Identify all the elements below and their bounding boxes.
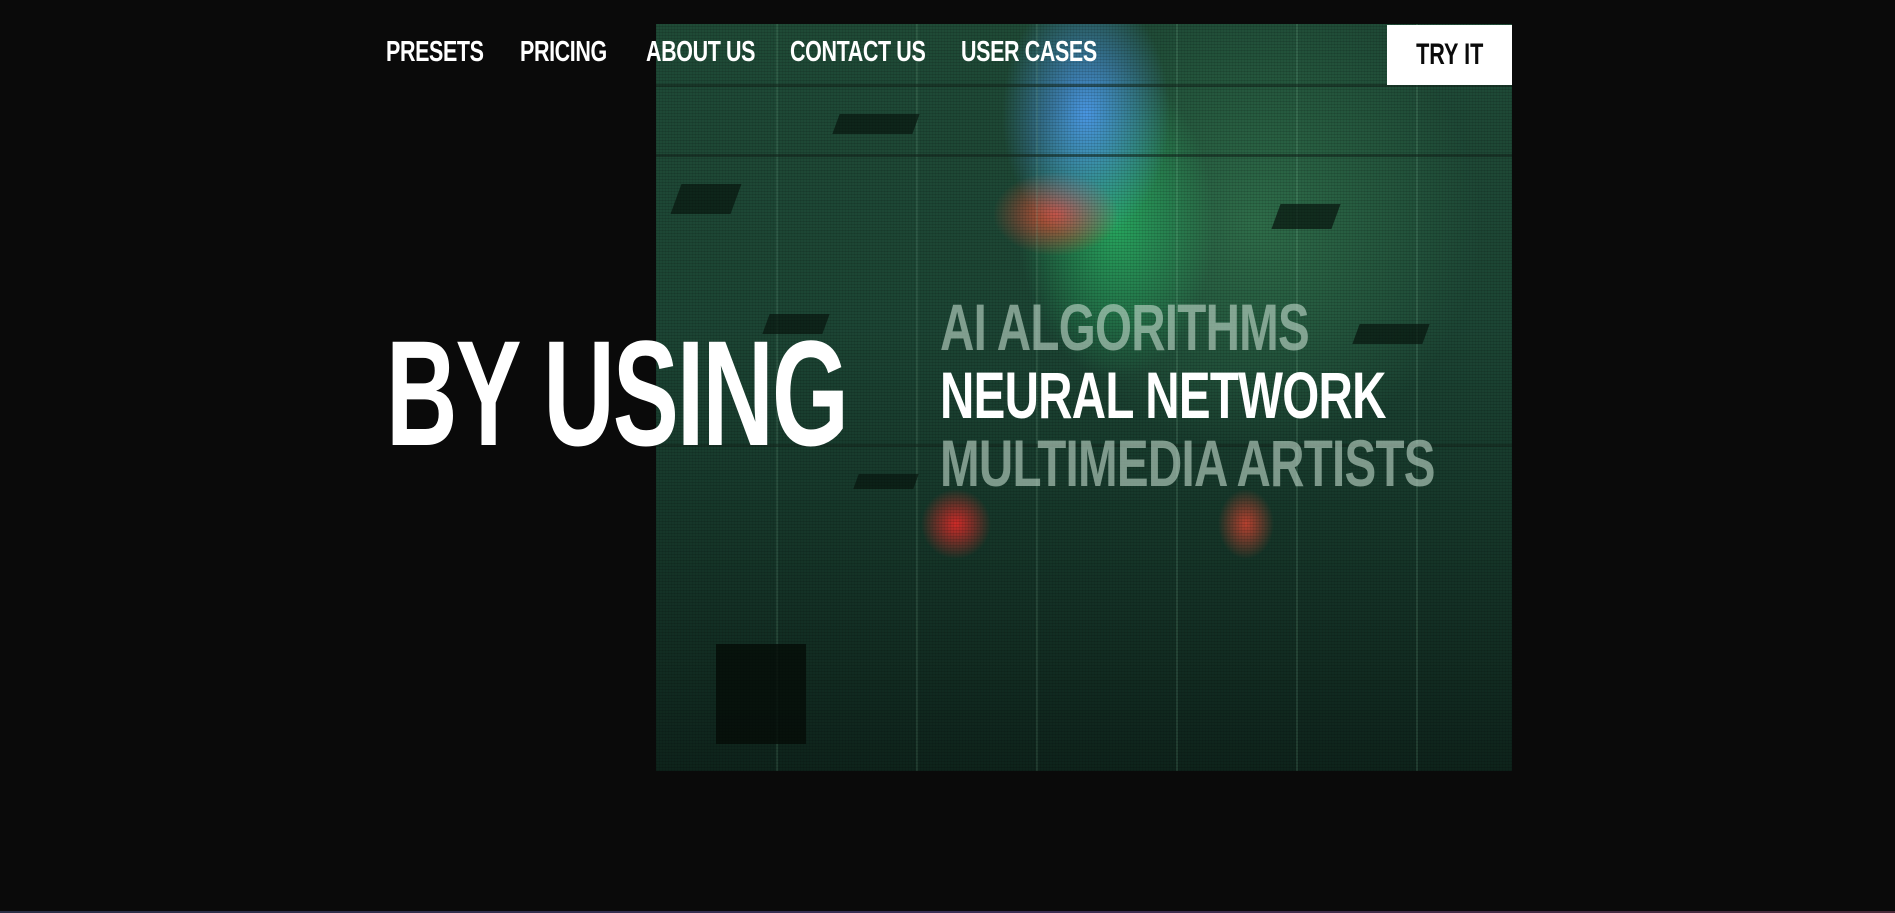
try-it-button[interactable]: TRY IT xyxy=(1387,25,1512,85)
word-ai-algorithms: AI ALGORITHMS xyxy=(940,290,1310,364)
nav-link-pricing[interactable]: PRICING xyxy=(520,36,637,69)
word-multimedia-artists: MULTIMEDIA ARTISTS xyxy=(940,426,1435,500)
nav-link-about-us[interactable]: ABOUT US xyxy=(646,36,793,69)
nav-link-user-cases[interactable]: USER CASES xyxy=(961,36,1145,69)
word-neural-network: NEURAL NETWORK xyxy=(940,358,1386,432)
try-it-label: TRY IT xyxy=(1415,38,1484,71)
nav-link-contact-us[interactable]: CONTACT US xyxy=(790,36,973,69)
nav-link-presets[interactable]: PRESETS xyxy=(386,36,518,69)
landing-page: PRESETS PRICING ABOUT US CONTACT US USER… xyxy=(0,0,1895,913)
